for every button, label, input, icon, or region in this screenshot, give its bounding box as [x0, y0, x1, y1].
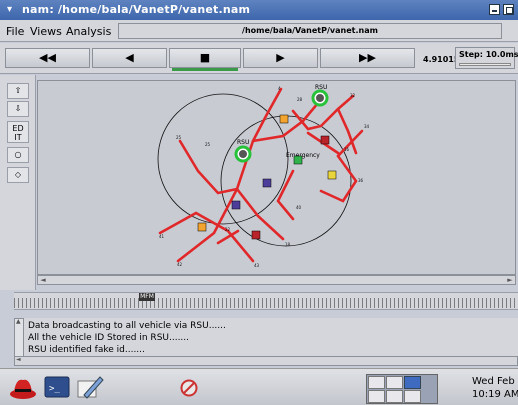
- vehicle-node: [279, 114, 289, 124]
- vehicle-node: [197, 222, 207, 232]
- taskbar: >_ Wed Feb 1 10:19 AM: [0, 368, 518, 405]
- menu-file[interactable]: File: [6, 25, 24, 38]
- log-horizontal-scrollbar[interactable]: [14, 356, 518, 366]
- zoom-out-icon[interactable]: ⇩: [7, 101, 29, 117]
- svg-text:32: 32: [350, 93, 356, 98]
- menu-bar: File Views Analysis /home/bala/VanetP/va…: [0, 20, 518, 42]
- log-line: RSU identified fake id.......: [28, 345, 145, 355]
- log-line: All the vehicle ID Stored in RSU.......: [28, 333, 190, 343]
- stop-button[interactable]: ■: [169, 48, 241, 71]
- vehicle-node: [262, 178, 272, 188]
- clock[interactable]: Wed Feb 1 10:19 AM: [472, 375, 518, 401]
- menu-analysis[interactable]: Analysis: [66, 25, 111, 38]
- svg-text:42: 42: [177, 262, 183, 267]
- timeline-ruler[interactable]: MFM: [14, 292, 518, 310]
- clock-date: Wed Feb 1: [472, 376, 518, 387]
- svg-text:16: 16: [344, 147, 350, 152]
- log-line: Data broadcasting to all vehicle via RSU…: [28, 321, 226, 331]
- timeline-ticks: [14, 298, 518, 308]
- minimize-button[interactable]: [489, 4, 500, 15]
- svg-text:41: 41: [159, 234, 165, 239]
- vehicle-node: [231, 200, 241, 210]
- vehicle-node: [293, 155, 303, 165]
- rewind-button[interactable]: ◀◀: [5, 48, 90, 68]
- no-entry-icon[interactable]: [180, 379, 198, 397]
- clock-time: 10:19 AM: [472, 389, 518, 400]
- svg-text:25: 25: [176, 135, 182, 140]
- canvas-horizontal-scrollbar[interactable]: ◄ ►: [37, 275, 516, 285]
- emergency-label: Emergency: [286, 152, 320, 159]
- svg-text:43: 43: [254, 263, 260, 268]
- vehicle-nodes: [197, 114, 337, 240]
- road-segment: [158, 211, 255, 263]
- workspace-switcher[interactable]: [366, 374, 438, 404]
- redhat-icon[interactable]: [8, 372, 38, 402]
- window-menu-button[interactable]: ▾: [3, 3, 16, 16]
- timeline-marker[interactable]: MFM: [139, 293, 155, 301]
- text-editor-icon[interactable]: [74, 373, 104, 401]
- play-button[interactable]: ▶: [243, 48, 318, 68]
- rsu-label-2: RSU: [315, 84, 327, 91]
- window-titlebar: ▾ nam: /home/bala/VanetP/vanet.nam: [0, 0, 518, 20]
- vehicle-node: [327, 170, 337, 180]
- rsu-label-1: RSU: [237, 139, 249, 146]
- edit-button[interactable]: ED IT: [7, 121, 29, 143]
- road-segment: [178, 139, 239, 195]
- svg-text:25: 25: [205, 142, 211, 147]
- maximize-button[interactable]: [503, 4, 514, 15]
- network-svg: RSU RSU Emergency 4 25 25 28 32 34 36 40…: [157, 84, 370, 268]
- svg-text:28: 28: [297, 97, 303, 102]
- diamond-tool-icon[interactable]: ◇: [7, 167, 29, 183]
- tool-panel: ⇧ ⇩ ED IT ○ ◇: [0, 75, 36, 290]
- node-labels: 4 25 25 28 32 34 36 40 41 42 43 18 16 22: [159, 86, 370, 268]
- svg-text:36: 36: [358, 178, 364, 183]
- step-back-button[interactable]: ◀: [92, 48, 167, 68]
- circle-tool-icon[interactable]: ○: [7, 147, 29, 163]
- step-control[interactable]: Step: 10.0ms: [455, 47, 518, 69]
- zoom-in-icon[interactable]: ⇧: [7, 83, 29, 99]
- playback-controls: ◀◀ ◀ ■ ▶ ▶▶ 4.910158 Step: 10.0ms: [0, 43, 518, 74]
- window-title: nam: /home/bala/VanetP/vanet.nam: [22, 3, 251, 16]
- menu-views[interactable]: Views: [30, 25, 62, 38]
- step-label: Step: 10.0ms: [459, 50, 518, 59]
- rsu-node-2-core: [316, 94, 324, 102]
- svg-text:40: 40: [296, 205, 302, 210]
- fast-forward-button[interactable]: ▶▶: [320, 48, 415, 68]
- rsu-node-1-core: [239, 150, 247, 158]
- terminal-icon[interactable]: >_: [44, 375, 70, 399]
- svg-text:>_: >_: [49, 384, 60, 394]
- file-path-display: /home/bala/VanetP/vanet.nam: [118, 23, 502, 39]
- vehicle-node: [251, 230, 261, 240]
- network-canvas[interactable]: RSU RSU Emergency 4 25 25 28 32 34 36 40…: [37, 80, 516, 275]
- vehicle-node: [320, 135, 330, 145]
- step-slider[interactable]: [459, 63, 511, 66]
- svg-text:22: 22: [225, 227, 231, 232]
- svg-text:18: 18: [285, 242, 291, 247]
- svg-text:34: 34: [364, 124, 370, 129]
